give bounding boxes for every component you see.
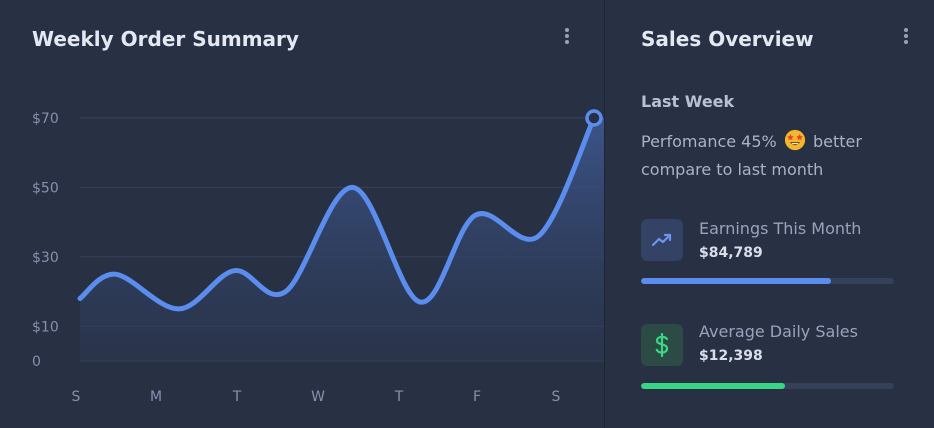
kebab-menu-icon[interactable] (896, 26, 916, 50)
y-tick-label: $10 (32, 319, 59, 335)
star-struck-emoji-icon (784, 129, 805, 151)
stat-label-daily-sales: Average Daily Sales (699, 322, 858, 341)
stat-value-daily-sales: $12,398 (699, 348, 763, 364)
performance-text: Perfomance 45% better compare to last mo… (641, 128, 921, 184)
y-tick-label: $50 (32, 180, 59, 196)
trending-up-icon (641, 219, 683, 261)
order-chart: 0 $10 $30 $50 $70 S M T W T F S (32, 109, 604, 405)
y-axis: 0 $10 $30 $50 $70 (32, 111, 59, 370)
last-week-heading: Last Week (641, 92, 735, 111)
x-tick-label: F (473, 389, 481, 405)
y-tick-label: $70 (32, 111, 59, 127)
earnings-progress-track (641, 278, 894, 284)
stat-value-earnings: $84,789 (699, 245, 763, 261)
end-point-marker[interactable] (585, 109, 603, 127)
card-title: Sales Overview (641, 27, 814, 51)
weekly-order-summary-card: Weekly Order Summary 0 $10 $30 $50 $70 SMTWT… (0, 0, 604, 428)
performance-value: Perfomance 45% (641, 132, 777, 151)
x-tick-label: S (552, 389, 561, 405)
x-tick-label: M (150, 389, 162, 405)
sales-overview-card: Sales Overview Last Week Perfomance 45% … (605, 0, 934, 428)
y-tick-label: $30 (32, 250, 59, 266)
x-tick-label: S (72, 389, 81, 405)
stat-label-earnings: Earnings This Month (699, 219, 862, 238)
daily-sales-progress-fill (641, 383, 786, 389)
daily-sales-progress-track (641, 383, 894, 389)
earnings-progress-fill (641, 278, 831, 284)
y-tick-label: 0 (32, 354, 41, 370)
x-tick-label: T (232, 389, 242, 405)
dashboard: Weekly Order Summary 0 $10 $30 $50 $70 SMTWT… (0, 0, 934, 428)
dollar-icon (641, 324, 683, 366)
x-axis: SMTWTFS (72, 389, 561, 405)
data-point[interactable] (585, 109, 603, 127)
x-tick-label: W (311, 389, 325, 405)
x-tick-label: T (394, 389, 404, 405)
